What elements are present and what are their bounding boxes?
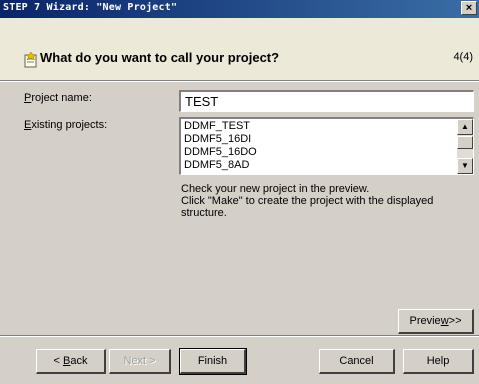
list-item[interactable]: DDMF_TEST	[184, 120, 257, 133]
footer-separator	[0, 335, 479, 337]
arrow-down-icon: ▼	[461, 161, 469, 170]
scroll-thumb[interactable]	[457, 136, 473, 149]
project-name-input[interactable]: TEST	[179, 90, 474, 112]
step-indicator: 4(4)	[453, 51, 473, 63]
existing-projects-list[interactable]: DDMF_TEST DDMF5_16DI DDMF5_16DO DDMF5_8A…	[179, 117, 474, 175]
help-button[interactable]: Help	[403, 349, 474, 374]
info-text: Check your new project in the preview. C…	[181, 183, 471, 219]
list-item[interactable]: DDMF5_8AD	[184, 159, 257, 172]
window-title: STEP 7 Wizard: "New Project"	[3, 2, 178, 13]
cancel-button[interactable]: Cancel	[319, 349, 395, 374]
list-item[interactable]: DDMF5_16DO	[184, 146, 257, 159]
back-button[interactable]: < Back	[36, 349, 106, 374]
header-separator	[0, 80, 479, 82]
close-button[interactable]: ×	[461, 1, 477, 15]
wizard-question: What do you want to call your project?	[40, 50, 280, 65]
close-icon: ×	[465, 2, 473, 14]
info-line: Click "Make" to create the project with …	[181, 195, 434, 207]
wizard-project-icon	[24, 52, 37, 68]
scroll-down-button[interactable]: ▼	[457, 158, 473, 174]
list-item[interactable]: DDMF5_16DI	[184, 133, 257, 146]
project-name-label: Project name:	[24, 92, 92, 104]
list-scrollbar[interactable]: ▲ ▼	[457, 119, 473, 174]
next-button[interactable]: Next >	[109, 349, 171, 374]
title-bar[interactable]: STEP 7 Wizard: "New Project" ×	[0, 0, 479, 18]
finish-button[interactable]: Finish	[179, 348, 247, 375]
scroll-up-button[interactable]: ▲	[457, 119, 473, 135]
wizard-header	[0, 18, 479, 80]
arrow-up-icon: ▲	[461, 122, 469, 131]
preview-button[interactable]: Preview>>	[398, 309, 474, 334]
info-line: Check your new project in the preview.	[181, 183, 370, 195]
existing-projects-label: Existing projects:	[24, 119, 108, 131]
info-line: structure.	[181, 207, 227, 219]
